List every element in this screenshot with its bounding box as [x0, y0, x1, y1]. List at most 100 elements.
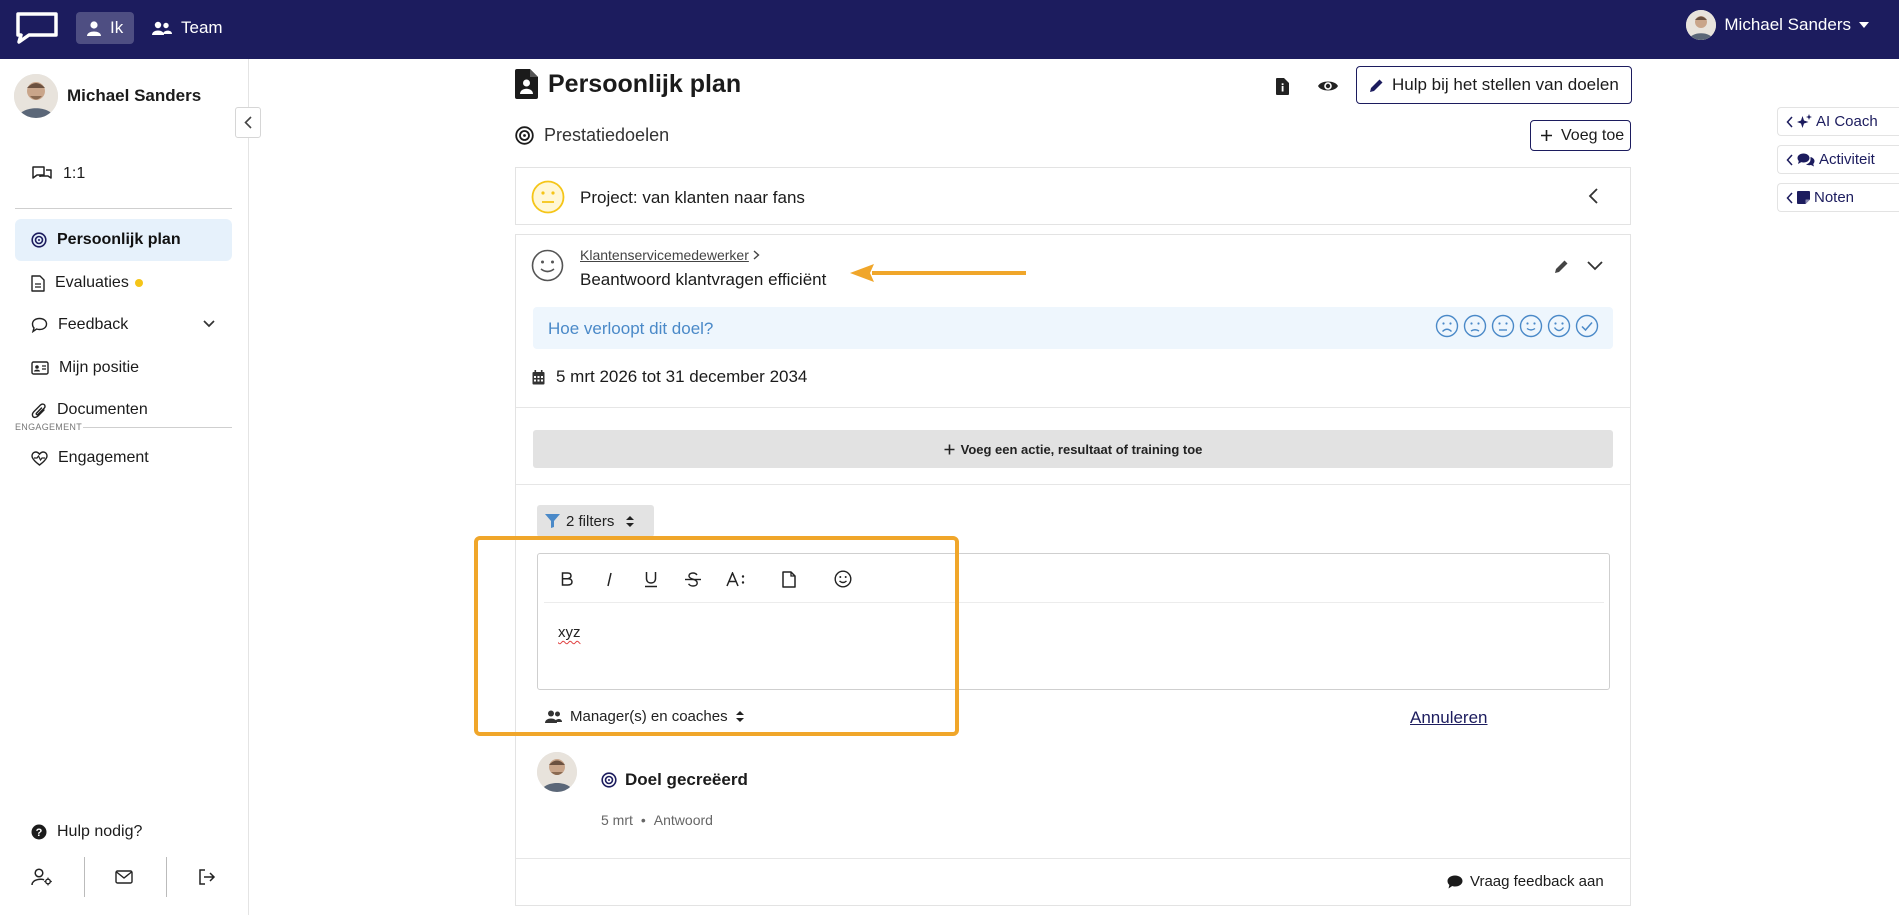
chevron-left-icon: [1786, 191, 1793, 204]
divider: [516, 407, 1630, 408]
neutral-face-icon: [531, 180, 565, 214]
sidebar-item-label: Persoonlijk plan: [57, 231, 181, 248]
neutral-face-icon[interactable]: [1491, 314, 1515, 338]
pencil-icon: [1370, 79, 1383, 92]
activity-entry-title: Doel gecreëerd: [601, 770, 748, 790]
messages-button[interactable]: [110, 865, 138, 889]
user-icon: [87, 20, 101, 36]
emoji-button[interactable]: [830, 567, 856, 591]
comments-icon: [1797, 153, 1815, 166]
sidebar-item-one-on-one[interactable]: 1:1: [15, 153, 232, 195]
avatar: [1686, 10, 1717, 40]
add-action-button[interactable]: Voeg een actie, resultaat of training to…: [533, 430, 1613, 468]
expand-goal-button[interactable]: [1584, 255, 1606, 277]
goal-help-button[interactable]: Hulp bij het stellen van doelen: [1356, 66, 1632, 104]
tab-ai-coach[interactable]: AI Coach: [1777, 107, 1899, 136]
chat-icon: [31, 317, 48, 333]
profile-settings-button[interactable]: [28, 865, 56, 889]
chevron-left-icon: [1786, 153, 1793, 166]
goal-dates: 5 mrt 2026 tot 31 december 2034: [532, 367, 807, 387]
tab-activity[interactable]: Activiteit: [1777, 145, 1899, 174]
person-document-icon: [515, 69, 538, 99]
caret-down-icon: [1859, 22, 1869, 28]
sidebar-footer-actions: [0, 849, 249, 905]
file-info-icon: [1275, 77, 1289, 95]
text-size-icon: [726, 571, 745, 586]
audience-selector[interactable]: Manager(s) en coaches: [545, 708, 744, 725]
print-report-button[interactable]: [1270, 74, 1294, 98]
page-title: Persoonlijk plan: [515, 69, 741, 99]
section-title-text: Prestatiedoelen: [544, 125, 670, 145]
reply-link[interactable]: Antwoord: [654, 812, 713, 828]
italic-button[interactable]: [596, 567, 622, 591]
file-icon: [782, 570, 796, 588]
divider: [516, 484, 1630, 485]
attach-file-button[interactable]: [776, 567, 802, 591]
edit-goal-button[interactable]: [1550, 255, 1572, 277]
divider: [83, 427, 232, 428]
sidebar-item-label: Engagement: [58, 449, 149, 466]
filters-dropdown[interactable]: 2 filters: [537, 505, 654, 537]
sidebar-item-engagement[interactable]: Engagement: [15, 437, 232, 479]
goal-title: Beantwoord klantvragen efficiënt: [580, 270, 827, 289]
add-goal-button[interactable]: Voeg toe: [1530, 120, 1631, 151]
target-icon: [31, 232, 47, 248]
strikethrough-button[interactable]: [680, 567, 706, 591]
tab-label: Activiteit: [1819, 151, 1875, 168]
sidebar-item-evaluations[interactable]: Evaluaties: [15, 262, 232, 304]
goal-mood-row: Hoe verloopt dit doel?: [533, 307, 1613, 349]
sidebar-user-name: Michael Sanders: [67, 86, 202, 105]
smiley-face-icon[interactable]: [1519, 314, 1543, 338]
tab-label: AI Coach: [1816, 113, 1878, 130]
audience-label: Manager(s) en coaches: [570, 708, 728, 725]
bold-button[interactable]: [554, 567, 580, 591]
project-title: Project: van klanten naar fans: [580, 188, 805, 207]
plus-icon: [1541, 130, 1552, 141]
add-action-label: Voeg een actie, resultaat of training to…: [960, 441, 1203, 457]
project-card[interactable]: Project: van klanten naar fans: [515, 167, 1631, 225]
sidebar-item-personal-plan[interactable]: Persoonlijk plan: [15, 219, 232, 261]
text-size-button[interactable]: [722, 567, 752, 591]
goal-breadcrumb-text: Klantenservicemedewerker: [580, 247, 749, 263]
ask-feedback-button[interactable]: Vraag feedback aan: [1447, 873, 1604, 890]
tab-notes[interactable]: Noten: [1777, 183, 1899, 212]
id-card-icon: [31, 361, 49, 375]
chevron-left-icon: [1588, 188, 1598, 204]
help-link[interactable]: ? Hulp nodig?: [15, 811, 232, 853]
happy-face-icon[interactable]: [1547, 314, 1571, 338]
notification-dot: [134, 279, 143, 287]
tab-label: Noten: [1814, 189, 1855, 206]
nav-team-button[interactable]: Team: [141, 12, 234, 44]
sidebar-item-my-position[interactable]: Mijn positie: [15, 347, 232, 389]
help-circle-icon: ?: [31, 824, 47, 840]
user-menu[interactable]: Michael Sanders: [1686, 10, 1869, 40]
divider: [84, 857, 85, 897]
sidebar-item-label: 1:1: [63, 165, 86, 182]
nav-me-button[interactable]: Ik: [76, 12, 135, 44]
eye-icon: [1318, 81, 1338, 91]
sidebar-item-label: Documenten: [57, 401, 148, 418]
very-sad-face-icon[interactable]: [1435, 314, 1459, 338]
emoji-icon: [834, 570, 852, 588]
activity-meta: 5 mrt • Antwoord: [601, 812, 713, 828]
editor-content[interactable]: xyz: [558, 624, 581, 641]
avatar: [14, 74, 58, 118]
arrow-annotation-icon: [850, 264, 1026, 282]
ask-feedback-label: Vraag feedback aan: [1470, 873, 1604, 890]
app-logo[interactable]: [14, 11, 60, 50]
sidebar-item-feedback[interactable]: Feedback: [15, 304, 232, 346]
goal-breadcrumb[interactable]: Klantenservicemedewerker: [580, 247, 760, 263]
sad-face-icon[interactable]: [1463, 314, 1487, 338]
cancel-link[interactable]: Annuleren: [1410, 708, 1488, 728]
underline-button[interactable]: [638, 567, 664, 591]
chevron-down-icon: [203, 320, 215, 328]
check-circle-icon[interactable]: [1575, 314, 1599, 338]
preview-button[interactable]: [1315, 74, 1341, 98]
collapse-sidebar-button[interactable]: [235, 107, 261, 138]
comment-editor[interactable]: xyz: [537, 553, 1610, 690]
calendar-icon: [532, 369, 545, 384]
divider: [15, 208, 232, 209]
sidebar-user: Michael Sanders: [14, 74, 201, 118]
editor-toolbar: [544, 554, 1604, 603]
logout-button[interactable]: [193, 865, 221, 889]
